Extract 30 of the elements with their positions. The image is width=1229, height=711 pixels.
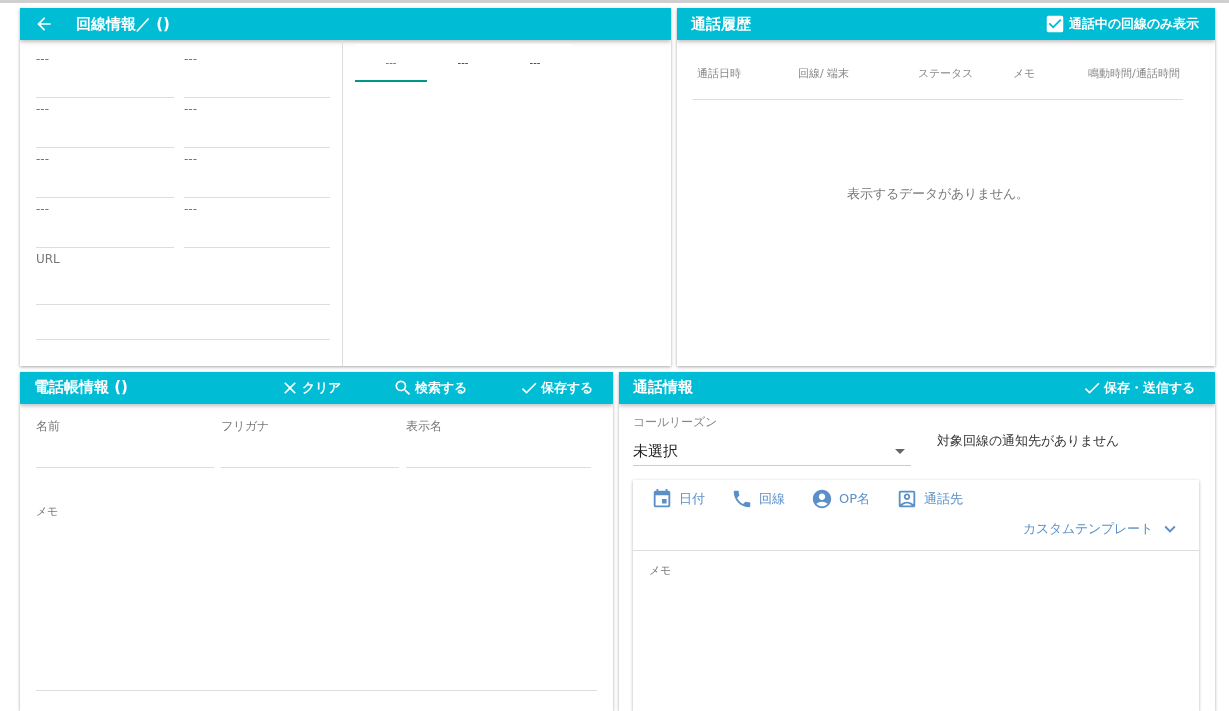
field-label: --- bbox=[36, 151, 50, 166]
column-header: メモ bbox=[1013, 66, 1036, 81]
panel-title: 通話履歴 bbox=[691, 14, 751, 34]
field-label: メモ bbox=[36, 503, 59, 519]
field-label: --- bbox=[36, 51, 50, 66]
field-label: --- bbox=[184, 151, 198, 166]
checkbox-label: 通話中の回線のみ表示 bbox=[1069, 15, 1199, 33]
call-reason-select[interactable]: コールリーズン 未選択 bbox=[633, 413, 911, 466]
column-header: ステータス bbox=[918, 66, 974, 81]
panel-title: 通話情報 bbox=[633, 378, 693, 398]
column-header: 鳴動時間/通話時間 bbox=[1088, 66, 1181, 81]
field-label: --- bbox=[184, 51, 198, 66]
panel-title: 電話帳情報 () bbox=[34, 378, 128, 398]
panel-title: 回線情報／ () bbox=[76, 14, 170, 34]
empty-message: 表示するデータがありません。 bbox=[847, 185, 1029, 203]
column-header: 回線/ 端末 bbox=[798, 66, 851, 81]
notice-text: 対象回線の通知先がありません bbox=[937, 431, 1119, 450]
field-label: URL bbox=[36, 251, 61, 266]
field-label: 名前 bbox=[36, 417, 61, 435]
calendar-icon bbox=[651, 487, 673, 510]
field-label: --- bbox=[184, 101, 198, 116]
checkbox[interactable] bbox=[1044, 13, 1066, 35]
field-label: 表示名 bbox=[406, 417, 443, 435]
field-label: --- bbox=[36, 201, 50, 216]
field-label: メモ bbox=[649, 562, 672, 578]
field-label: フリガナ bbox=[221, 417, 270, 435]
field-label: --- bbox=[36, 101, 50, 116]
column-header: 通話日時 bbox=[696, 66, 742, 81]
field-label: --- bbox=[184, 201, 198, 216]
dropdown-caret-icon bbox=[895, 448, 905, 454]
